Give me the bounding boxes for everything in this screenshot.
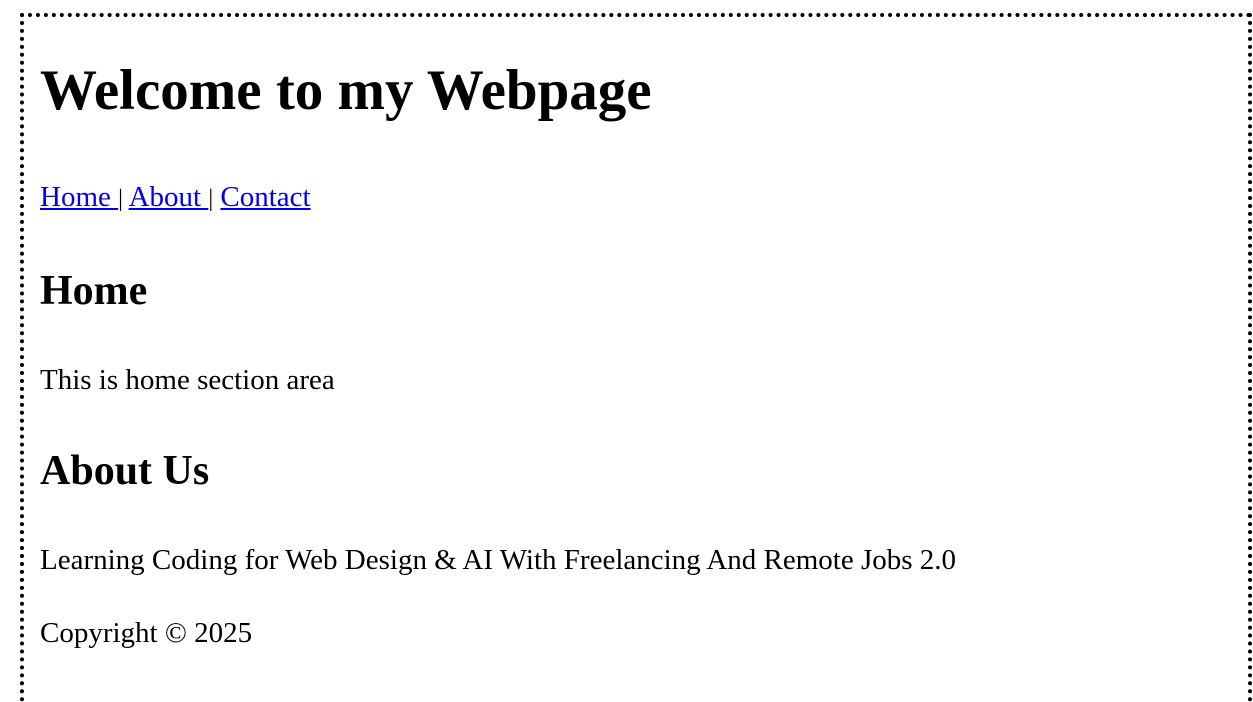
home-section-text: This is home section area	[40, 364, 335, 396]
nav-link-contact[interactable]: Contact	[220, 181, 310, 213]
nav-separator: |	[208, 186, 214, 212]
about-section-text: Learning Coding for Web Design & AI With…	[40, 544, 957, 576]
footer-copyright: Copyright © 2025	[40, 617, 253, 649]
page-title: Welcome to my Webpage	[40, 59, 652, 122]
nav-link-home[interactable]: Home	[40, 181, 118, 213]
nav-link-about[interactable]: About	[129, 181, 209, 213]
home-section-heading: Home	[40, 268, 148, 314]
nav-separator: |	[118, 186, 123, 212]
navigation-bar: Home | About | Contact	[40, 183, 311, 212]
about-section-heading: About Us	[40, 448, 210, 494]
